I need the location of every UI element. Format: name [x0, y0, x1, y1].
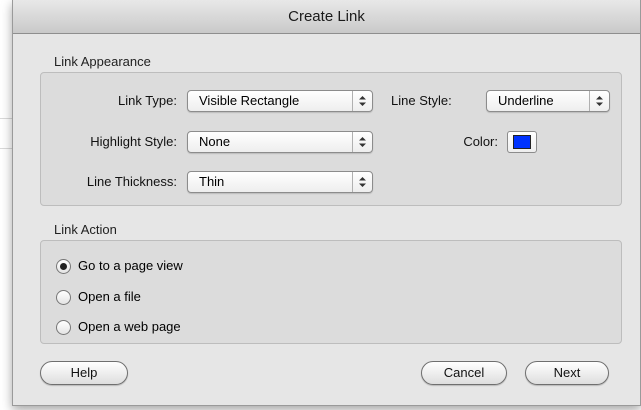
highlight-style-select[interactable]: None: [187, 131, 373, 153]
line-thickness-value: Thin: [199, 174, 225, 189]
popup-arrows-icon: [589, 91, 609, 111]
radio-label: Open a web page: [78, 319, 181, 334]
background-window-fragment: [0, 148, 12, 149]
cancel-button[interactable]: Cancel: [421, 361, 507, 385]
radio-unselected-icon: [56, 290, 71, 305]
highlight-style-value: None: [199, 134, 231, 149]
radio-label: Open a file: [78, 289, 141, 304]
line-style-value: Underline: [498, 93, 554, 108]
link-appearance-label: Link Appearance: [54, 54, 151, 69]
link-action-label: Link Action: [54, 222, 117, 237]
radio-selected-icon: [56, 259, 71, 274]
line-thickness-label: Line Thickness:: [86, 174, 177, 189]
line-style-select[interactable]: Underline: [486, 90, 610, 112]
link-type-value: Visible Rectangle: [199, 93, 300, 108]
dialog-title: Create Link: [13, 0, 640, 34]
popup-arrows-icon: [352, 172, 372, 192]
next-button[interactable]: Next: [525, 361, 609, 385]
line-thickness-select[interactable]: Thin: [187, 171, 373, 193]
popup-arrows-icon: [352, 91, 372, 111]
create-link-dialog: Create Link Link Appearance Link Type: V…: [12, 0, 641, 406]
color-swatch: [513, 135, 531, 149]
background-window-fragment: [0, 118, 12, 119]
link-type-label: Link Type:: [117, 93, 177, 108]
color-label: Color:: [463, 134, 498, 149]
radio-label: Go to a page view: [78, 258, 183, 273]
line-style-label: Line Style:: [391, 93, 452, 108]
radio-unselected-icon: [56, 320, 71, 335]
popup-arrows-icon: [352, 132, 372, 152]
link-action-group: Go to a page view Open a file Open a web…: [40, 240, 622, 344]
link-type-select[interactable]: Visible Rectangle: [187, 90, 373, 112]
help-button[interactable]: Help: [40, 361, 128, 385]
color-well[interactable]: [507, 131, 537, 153]
highlight-style-label: Highlight Style:: [90, 134, 177, 149]
link-appearance-group: Link Type: Visible Rectangle Line Style:…: [40, 72, 622, 206]
